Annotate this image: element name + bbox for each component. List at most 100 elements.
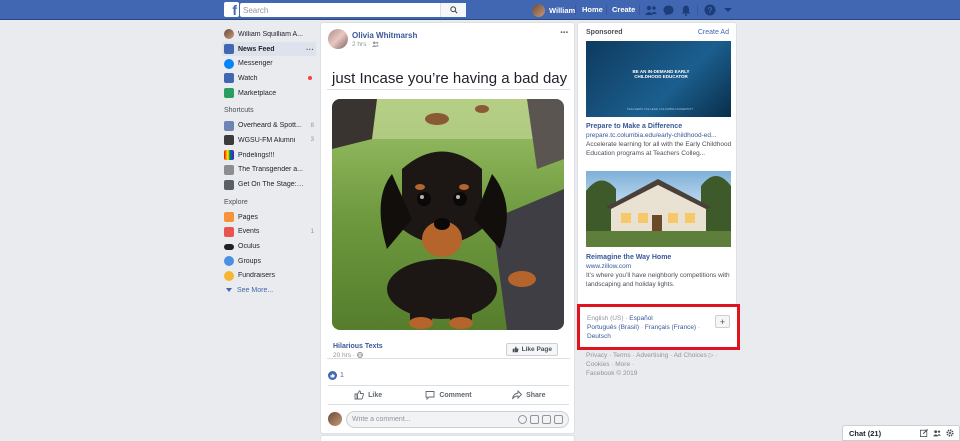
megaphone-icon <box>224 120 234 131</box>
facebook-logo[interactable]: f <box>224 2 239 17</box>
sidebar-item-shortcut[interactable]: The Transgender a... <box>222 163 316 178</box>
comment-box[interactable] <box>346 410 569 428</box>
unread-count: 1 <box>310 228 314 235</box>
see-more-label: See More... <box>237 286 274 294</box>
friend-requests-icon[interactable] <box>644 3 658 17</box>
add-language-button[interactable]: + <box>715 315 730 328</box>
comment-input[interactable] <box>352 415 502 423</box>
messenger-icon[interactable] <box>661 3 675 17</box>
ad-image[interactable]: BE AN IN-DEMAND EARLY CHILDHOOD EDUCATOR… <box>586 41 731 117</box>
footer-link-terms[interactable]: Terms <box>613 352 631 359</box>
footer-link-ad-choices[interactable]: Ad Choices <box>674 352 707 359</box>
comment-tools <box>518 414 563 424</box>
sidebar-item-label: Messenger <box>238 60 273 68</box>
like-button[interactable]: Like <box>328 386 408 404</box>
shared-post-timestamp[interactable]: 20 hrs · <box>333 352 363 359</box>
shortcuts-heading: Shortcuts <box>224 107 254 115</box>
account-menu-icon[interactable] <box>721 3 735 17</box>
sidebar-item-label: Pridelings!!! <box>238 151 275 159</box>
sidebar-item-shortcut[interactable]: Get On The Stage: ... <box>222 177 316 192</box>
gif-icon[interactable] <box>542 414 551 424</box>
ad-url[interactable]: prepare.tc.columbia.edu/early-childhood-… <box>586 132 716 139</box>
top-navigation-bar: f William Home Create ? <box>0 0 960 20</box>
sidebar-item-shortcut[interactable]: WGSU-FM Alumni 3 <box>222 133 316 148</box>
ad-title[interactable]: Reimagine the Way Home <box>586 254 671 261</box>
sidebar-item-events[interactable]: Events 1 <box>222 225 316 240</box>
sidebar-item-label: Marketplace <box>238 89 277 97</box>
comment-composer <box>328 410 569 428</box>
avatar[interactable] <box>328 29 348 49</box>
language-option[interactable]: Français (France) <box>645 324 696 331</box>
post-options-icon[interactable]: ··· <box>560 27 569 39</box>
language-option[interactable]: Deutsch <box>587 333 611 340</box>
search-button[interactable] <box>440 3 466 17</box>
emoji-icon[interactable] <box>518 414 527 424</box>
sidebar-item-marketplace[interactable]: Marketplace <box>222 86 316 101</box>
more-options-icon[interactable]: ··· <box>306 45 314 54</box>
search-icon <box>449 6 458 14</box>
sidebar-item-watch[interactable]: Watch <box>222 71 316 86</box>
comment-button[interactable]: Comment <box>408 386 488 404</box>
post-timestamp[interactable]: 2 hrs · <box>352 41 380 48</box>
footer-link-cookies[interactable]: Cookies <box>586 361 609 368</box>
language-line: English (US) · Español <box>587 315 653 322</box>
thumbs-up-icon <box>354 390 365 400</box>
language-option[interactable]: Português (Brasil) <box>587 324 639 331</box>
unread-count: 8 <box>310 122 314 129</box>
sidebar-item-label: Groups <box>238 257 261 265</box>
nav-divider <box>697 5 698 15</box>
sidebar-item-label: Events <box>238 228 260 236</box>
sidebar-profile[interactable]: William Squilliam A... <box>222 27 316 42</box>
footer-links: Cookies · More · <box>586 361 635 368</box>
friends-audience-icon <box>372 41 380 47</box>
shared-time-text: 20 hrs · <box>333 352 357 359</box>
home-link[interactable]: Home <box>582 3 603 17</box>
like-page-button[interactable]: Like Page <box>505 343 558 356</box>
ad-url[interactable]: www.zillow.com <box>586 263 631 270</box>
post-author[interactable]: Olivia Whitmarsh <box>352 31 417 40</box>
help-icon[interactable]: ? <box>703 3 717 17</box>
search-box[interactable] <box>240 3 466 17</box>
sidebar-item-pages[interactable]: Pages <box>222 210 316 225</box>
search-input[interactable] <box>240 3 440 17</box>
messenger-icon <box>224 58 234 69</box>
nav-divider <box>575 5 576 15</box>
create-link[interactable]: Create <box>612 3 635 17</box>
share-button[interactable]: Share <box>489 386 569 404</box>
ad-title[interactable]: Prepare to Make a Difference <box>586 123 682 130</box>
profile-link[interactable]: William <box>532 3 575 17</box>
post-photo[interactable] <box>332 99 564 330</box>
rainbow-icon <box>224 150 234 161</box>
chat-bar[interactable]: Chat (21) <box>842 425 960 441</box>
shared-page-name[interactable]: Hilarious Texts <box>333 343 383 350</box>
footer-link-more[interactable]: More <box>615 361 630 368</box>
sidebar-item-oculus[interactable]: Oculus <box>222 239 316 254</box>
reaction-summary[interactable]: 1 <box>328 371 344 380</box>
chevron-down-icon <box>226 288 232 293</box>
share-label: Share <box>526 391 546 399</box>
sidebar-item-groups[interactable]: Groups <box>222 254 316 269</box>
ad-image[interactable] <box>586 171 731 247</box>
sidebar-item-messenger[interactable]: Messenger <box>222 56 316 71</box>
new-group-icon[interactable] <box>933 429 941 437</box>
create-ad-link[interactable]: Create Ad <box>698 29 729 36</box>
compose-icon[interactable] <box>920 429 928 437</box>
sidebar-item-shortcut[interactable]: Overheard & Spott... 8 <box>222 118 316 133</box>
language-option[interactable]: Español <box>629 315 653 322</box>
sidebar-item-label: Get On The Stage: ... <box>238 181 304 189</box>
ad-description: It’s where you’ll have neighborly compet… <box>586 272 730 288</box>
sticker-icon[interactable] <box>554 414 563 424</box>
see-more-link[interactable]: See More... <box>222 283 316 297</box>
notifications-icon[interactable] <box>679 3 693 17</box>
gear-icon[interactable] <box>946 429 954 437</box>
footer-link-advertising[interactable]: Advertising <box>636 352 668 359</box>
language-line: Português (Brasil) · Français (France) · <box>587 324 701 331</box>
copyright: Facebook © 2019 <box>586 370 638 377</box>
profile-name: William <box>549 5 576 15</box>
sidebar-item-shortcut[interactable]: Pridelings!!! <box>222 148 316 163</box>
footer-link-privacy[interactable]: Privacy <box>586 352 607 359</box>
camera-icon[interactable] <box>530 414 539 424</box>
sidebar-item-fundraisers[interactable]: Fundraisers <box>222 269 316 284</box>
sidebar-item-news-feed[interactable]: News Feed ··· <box>222 41 316 57</box>
group-icon <box>224 164 234 175</box>
